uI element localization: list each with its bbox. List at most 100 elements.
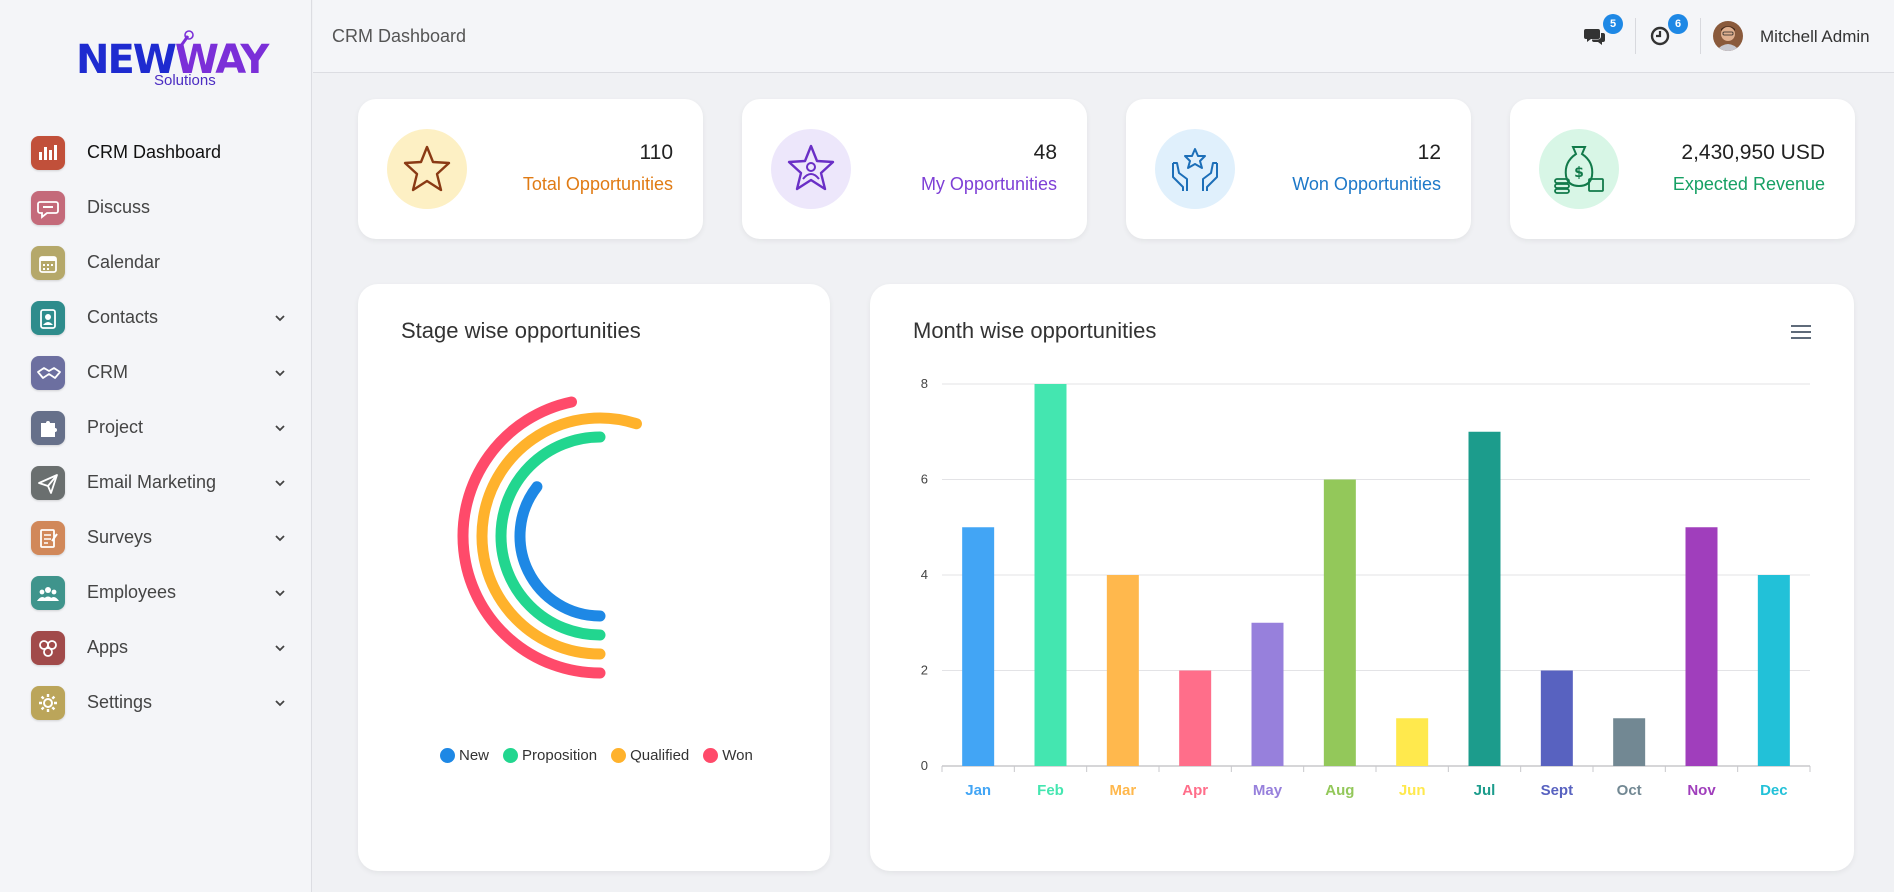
bar-oct[interactable] (1613, 718, 1646, 766)
kpi-card-won-opportunities[interactable]: 12 Won Opportunities (1126, 99, 1471, 239)
avatar-image-icon (1713, 21, 1743, 51)
legend-item-qualified[interactable]: Qualified (611, 747, 689, 764)
activities-badge: 6 (1668, 14, 1688, 34)
bar-feb[interactable] (1034, 384, 1067, 766)
logo-arrow-icon (176, 30, 194, 51)
bar-chart: 0 2 4 6 8 Jan Feb Mar Apr May Aug Jun Jul Sept Oct Nov D… (921, 376, 1811, 799)
star-icon (403, 145, 451, 192)
legend-label: Qualified (630, 747, 690, 764)
sidebar-item-label: CRM (87, 362, 128, 382)
sidebar-item-surveys[interactable]: Surveys (0, 510, 312, 565)
y-tick-label: 4 (921, 567, 928, 582)
bar-aug[interactable] (1323, 479, 1356, 767)
kpi-card-expected-revenue[interactable]: $ 2,430,950 USD Expected Revenue (1510, 99, 1855, 239)
sidebar-item-calendar[interactable]: Calendar (0, 235, 312, 290)
sidebar-item-label: Employees (87, 582, 177, 602)
user-menu[interactable]: Mitchell Admin (1760, 27, 1870, 47)
chevron-down-icon[interactable] (274, 532, 286, 544)
page-title: CRM Dashboard (332, 26, 467, 46)
sidebar-item-apps[interactable]: Apps (0, 620, 312, 675)
chart-legend: New Proposition Qualified Won (440, 747, 753, 764)
legend-dot (703, 748, 719, 763)
x-tick-label: Nov (1687, 782, 1716, 799)
avatar[interactable] (1713, 21, 1743, 51)
sidebar-item-project[interactable]: Project (0, 400, 312, 455)
sidebar-item-label: Discuss (87, 197, 151, 217)
legend-dot (503, 748, 519, 763)
arc-new[interactable] (514, 481, 606, 622)
kpi-card-my-opportunities[interactable]: 48 My Opportunities (742, 99, 1087, 239)
sidebar-item-settings[interactable]: Settings (0, 675, 312, 730)
sidebar-item-label: Contacts (87, 307, 159, 327)
kpi-card-total-opportunities[interactable]: 110 Total Opportunities (358, 99, 703, 239)
legend-item-new[interactable]: New (440, 747, 489, 764)
topbar: CRM Dashboard 5 6 Mitchell Admin (313, 0, 1894, 73)
paper-plane-icon (31, 466, 65, 500)
kpi-icon-circle (1155, 129, 1235, 209)
radial-chart (457, 396, 642, 679)
legend-label: New (459, 747, 490, 764)
bar-may[interactable] (1251, 622, 1284, 766)
x-tick-label: May (1253, 782, 1283, 799)
contact-card-icon (31, 301, 65, 335)
y-tick-label: 6 (921, 472, 928, 487)
sidebar-item-label: Apps (87, 637, 129, 657)
bar-jan[interactable] (962, 527, 995, 766)
bar-chart-icon (31, 136, 65, 170)
sidebar-item-contacts[interactable]: Contacts (0, 290, 312, 345)
apps-icon (31, 631, 65, 665)
chevron-down-icon[interactable] (274, 642, 286, 654)
x-tick-label: Jun (1399, 782, 1426, 799)
kpi-label: Expected Revenue (1672, 174, 1825, 194)
chevron-down-icon[interactable] (274, 697, 286, 709)
chevron-down-icon[interactable] (274, 422, 286, 434)
sidebar-item-label: Settings (87, 692, 153, 712)
bar-mar[interactable] (1106, 575, 1139, 766)
x-tick-label: Jul (1474, 782, 1496, 799)
sidebar-item-discuss[interactable]: Discuss (0, 180, 312, 235)
legend-label: Won (722, 747, 753, 764)
chevron-down-icon[interactable] (274, 477, 286, 489)
kpi-value: 110 (639, 141, 673, 164)
sidebar-item-label: Project (87, 417, 144, 437)
stage-wise-panel: Stage wise opportunities New Proposition Q… (358, 284, 830, 871)
kpi-value: 12 (1417, 141, 1441, 164)
sidebar-item-crm[interactable]: CRM (0, 345, 312, 400)
sidebar-item-employees[interactable]: Employees (0, 565, 312, 620)
chat-bubble-icon (31, 191, 65, 225)
money-bag-icon: $ (1554, 146, 1604, 194)
bar-apr[interactable] (1179, 670, 1212, 767)
legend-item-won[interactable]: Won (703, 747, 753, 764)
kpi-icon-circle: $ (1539, 129, 1619, 209)
x-tick-label: Oct (1617, 782, 1642, 799)
puzzle-icon (31, 411, 65, 445)
bar-sept[interactable] (1540, 670, 1573, 767)
chevron-down-icon[interactable] (274, 587, 286, 599)
legend-dot (611, 748, 627, 763)
kpi-value: 48 (1033, 141, 1057, 164)
bar-jun[interactable] (1396, 718, 1429, 766)
bar-dec[interactable] (1757, 575, 1790, 766)
x-tick-label: Apr (1182, 782, 1208, 799)
x-tick-label: Feb (1037, 782, 1064, 799)
x-tick-label: Jan (965, 782, 991, 799)
sidebar-nav: CRM Dashboard Discuss Calendar Contacts CRM P… (0, 125, 312, 730)
y-tick-label: 2 (921, 663, 928, 678)
kpi-icon-circle (771, 129, 851, 209)
chevron-down-icon[interactable] (274, 312, 286, 324)
chevron-down-icon[interactable] (274, 367, 286, 379)
kpi-label: My Opportunities (920, 174, 1057, 194)
sidebar-item-label: Email Marketing (87, 472, 217, 492)
legend-label: Proposition (522, 747, 598, 764)
bar-jul[interactable] (1468, 431, 1501, 766)
sidebar-item-email-marketing[interactable]: Email Marketing (0, 455, 312, 510)
svg-text:$: $ (1574, 165, 1584, 181)
legend-item-proposition[interactable]: Proposition (503, 747, 597, 764)
bar-nov[interactable] (1685, 527, 1718, 766)
calendar-icon (31, 246, 65, 280)
people-icon (31, 576, 65, 610)
sidebar-item-crm-dashboard[interactable]: CRM Dashboard (0, 125, 312, 180)
handshake-icon (31, 356, 65, 390)
brand-logo[interactable]: NEWWAY Solutions (76, 30, 269, 94)
sidebar-item-label: Surveys (87, 527, 153, 547)
